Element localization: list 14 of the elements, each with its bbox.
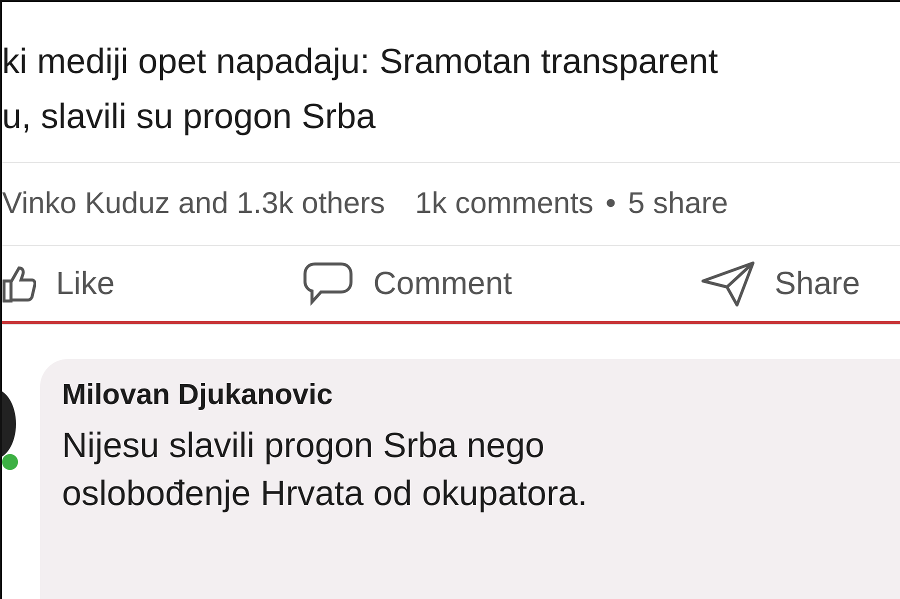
like-button[interactable]: Like [2, 264, 115, 303]
reactions-count[interactable]: Vinko Kuduz and 1.3k others [2, 187, 386, 222]
shares-count[interactable]: 5 share [628, 187, 728, 222]
share-button[interactable]: Share [700, 260, 860, 307]
paper-plane-icon [700, 260, 755, 307]
post-title: u, slavili su progon Srba [2, 96, 377, 138]
comment-author[interactable]: Milovan Djukanovic [62, 379, 878, 412]
thumbs-up-icon [2, 264, 36, 303]
comment-button[interactable]: Comment [303, 262, 512, 306]
comment-text: Nijesu slavili progon Srba nego oslobođenje Hrvata od okupatora. [62, 425, 588, 515]
separator-dot: • [605, 187, 616, 222]
speech-bubble-icon [303, 262, 354, 306]
post-title: ki mediji opet napadaju: Sramotan transparent [2, 41, 719, 83]
comments-count[interactable]: 1k comments [415, 187, 594, 222]
